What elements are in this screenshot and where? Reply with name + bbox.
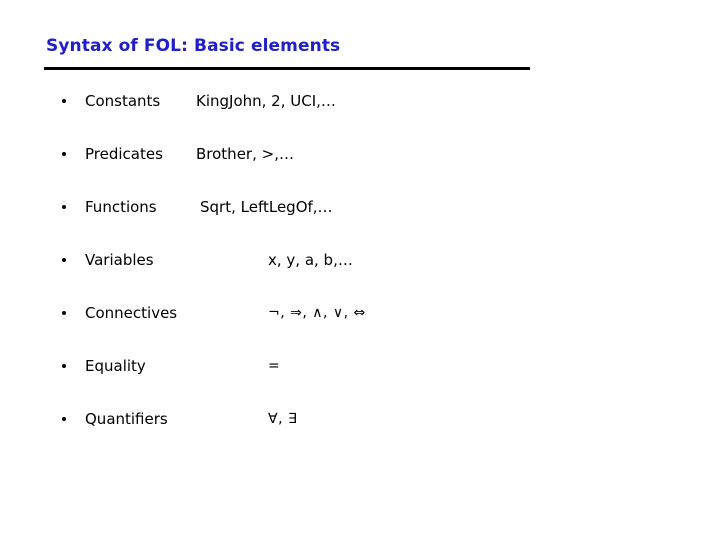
slide-canvas: Syntax of FOL: Basic elements Constants … [0, 0, 720, 540]
bullet-label: Variables [85, 251, 154, 269]
bullet-point-icon [62, 99, 66, 103]
bullet-point-icon [62, 205, 66, 209]
bullet-value: Sqrt, LeftLegOf,… [200, 198, 333, 216]
list-item: Connectives ¬, ⇒, ∧, ∨, ⇔ [0, 304, 720, 357]
bullet-value: x, y, a, b,… [268, 251, 353, 269]
bullet-label: Predicates [85, 145, 163, 163]
bullet-label: Equality [85, 357, 146, 375]
bullet-list: Constants KingJohn, 2, UCI,… Predicates … [0, 92, 720, 463]
list-item: Constants KingJohn, 2, UCI,… [0, 92, 720, 145]
bullet-label: Functions [85, 198, 157, 216]
bullet-point-icon [62, 311, 66, 315]
bullet-value: Brother, >,… [196, 145, 294, 163]
list-item: Predicates Brother, >,… [0, 145, 720, 198]
list-item: Equality = [0, 357, 720, 410]
page-title: Syntax of FOL: Basic elements [46, 36, 341, 56]
bullet-point-icon [62, 258, 66, 262]
bullet-value: ∀, ∃ [268, 411, 298, 427]
list-item: Variables x, y, a, b,… [0, 251, 720, 304]
bullet-value: ¬, ⇒, ∧, ∨, ⇔ [268, 305, 366, 321]
list-item: Functions Sqrt, LeftLegOf,… [0, 198, 720, 251]
bullet-label: Connectives [85, 304, 178, 322]
bullet-value: = [268, 358, 281, 374]
bullet-label: Quantifiers [85, 410, 168, 428]
title-divider [44, 67, 530, 70]
bullet-point-icon [62, 364, 66, 368]
bullet-value: KingJohn, 2, UCI,… [196, 92, 336, 110]
list-item: Quantifiers ∀, ∃ [0, 410, 720, 463]
bullet-point-icon [62, 152, 66, 156]
bullet-label: Constants [85, 92, 161, 110]
bullet-point-icon [62, 417, 66, 421]
